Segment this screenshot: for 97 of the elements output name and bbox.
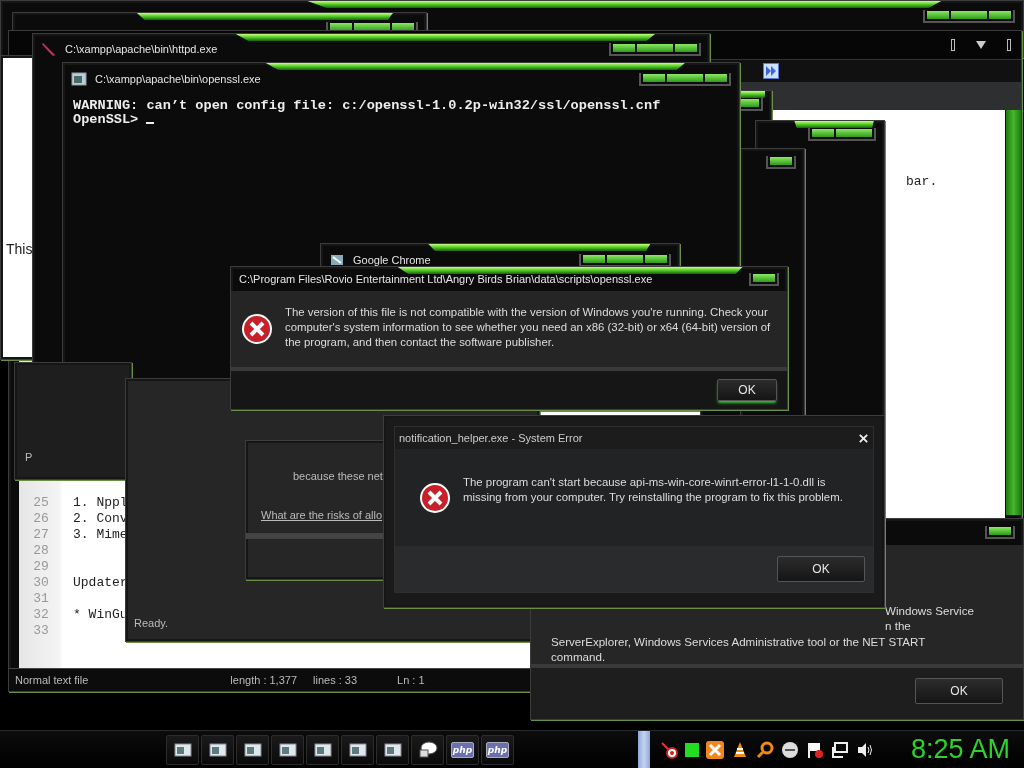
dialog-text: ServerExplorer, Windows Services Administrative tool or the NET START <box>551 633 927 649</box>
app-icon <box>329 252 345 268</box>
dialog-text: n the <box>884 618 912 634</box>
cone-icon[interactable] <box>731 740 749 759</box>
taskbar-button[interactable] <box>166 734 199 765</box>
status-text: Ready. <box>134 617 169 629</box>
window-control-button[interactable] <box>643 73 665 82</box>
dialog-text: because these net <box>293 470 383 482</box>
window-control-button[interactable] <box>645 254 667 263</box>
error-icon <box>241 313 273 345</box>
close-icon[interactable] <box>858 432 869 444</box>
line-number: 33 <box>32 623 50 639</box>
editor-line: bar. <box>905 174 939 190</box>
taskbar-button[interactable] <box>236 734 269 765</box>
help-link[interactable]: What are the risks of allo <box>261 509 383 521</box>
line-number: 28 <box>32 543 50 559</box>
error-message: The version of this file is not compatible with the version of Windows you're running. Check your computer's system information to see whether you need an x86 (32-bit) or x64 (64-bit) version of the program, and then contact the software publisher. <box>285 305 772 350</box>
window-control-button[interactable] <box>354 22 390 31</box>
flag-icon[interactable] <box>806 740 824 759</box>
line-number: 32 <box>32 607 50 623</box>
ok-button[interactable]: OK <box>777 556 865 582</box>
window-control-icon[interactable] <box>1007 39 1011 51</box>
clock: 8:25 AM <box>910 734 1010 765</box>
window-control-button[interactable] <box>330 22 352 31</box>
window-control-button[interactable] <box>989 10 1011 19</box>
taskbar-button[interactable] <box>341 734 374 765</box>
dialog-text: command. <box>551 648 607 665</box>
page-text: This <box>6 241 33 257</box>
taskbar-button[interactable]: php <box>481 734 514 765</box>
window-icon <box>313 742 332 757</box>
network-icon[interactable] <box>831 740 849 759</box>
window-control-button[interactable] <box>812 128 834 137</box>
taskbar-button[interactable] <box>201 734 234 765</box>
error-icon <box>419 481 451 514</box>
line-number: 30 <box>32 575 50 591</box>
window-control-button[interactable] <box>392 22 414 31</box>
taskbar-button[interactable] <box>271 734 304 765</box>
caret-icon[interactable] <box>975 39 987 51</box>
line-number: 27 <box>32 527 50 543</box>
window-control-button[interactable] <box>836 128 872 137</box>
window-control-button[interactable] <box>637 43 673 52</box>
cursor <box>146 122 155 124</box>
console-line: WARNING: can’t open config file: c:/openssl-1.0.2p-win32/ssl/openssl.cnf <box>73 99 662 113</box>
tray-handle[interactable] <box>638 730 650 768</box>
console-icon <box>71 71 87 87</box>
window-control-button[interactable] <box>753 273 775 282</box>
dialog-text: Windows Service <box>884 603 975 619</box>
window-control-button[interactable] <box>613 43 635 52</box>
error-message: The program can't start because api-ms-win-core-winrt-error-l1-1-0.dll is missing from your computer. Try reinstalling the program to fix this problem. <box>463 475 844 505</box>
window-control-button[interactable] <box>607 254 643 263</box>
php-icon: php <box>485 741 510 758</box>
line-number: 31 <box>32 591 50 607</box>
search-icon[interactable] <box>756 740 774 759</box>
window-control-button[interactable] <box>927 10 949 19</box>
window-title: notification_helper.exe - System Error <box>399 432 583 444</box>
window-icon <box>208 742 227 757</box>
console-line: OpenSSL> <box>73 113 729 127</box>
window-control-icon[interactable] <box>951 39 955 51</box>
pin-icon[interactable] <box>660 740 678 759</box>
window-title: C:\Program Files\Rovio Entertainment Ltd\Angry Birds Brian\data\scripts\openssl.exe <box>239 273 653 285</box>
chat-icon <box>417 740 438 759</box>
taskbar-button[interactable]: php <box>446 734 479 765</box>
status-text: length : 1,377 <box>230 674 298 686</box>
taskbar-button[interactable] <box>411 734 444 765</box>
window-control-button[interactable] <box>770 156 792 165</box>
php-icon: php <box>450 741 475 758</box>
window-icon <box>243 742 262 757</box>
editor-line: Updater <box>72 575 128 591</box>
editor-line: 1. Nppl <box>72 495 128 511</box>
taskbar-button[interactable] <box>306 734 339 765</box>
window-control-button[interactable] <box>989 526 1011 535</box>
square-icon[interactable] <box>685 742 699 757</box>
fast-forward-icon[interactable] <box>763 63 779 79</box>
window-title: C:\xampp\apache\bin\openssl.exe <box>95 73 261 85</box>
status-text: Normal text file <box>15 674 89 686</box>
scrollbar[interactable] <box>1006 110 1021 515</box>
taskbar-button[interactable] <box>376 734 409 765</box>
window-icon <box>383 742 402 757</box>
status-text: lines : 33 <box>313 674 358 686</box>
window-icon <box>278 742 297 757</box>
window-control-button[interactable] <box>583 254 605 263</box>
ok-button[interactable]: OK <box>915 678 1003 705</box>
line-number: 29 <box>32 559 50 575</box>
window-control-button[interactable] <box>951 10 987 19</box>
window-control-button[interactable] <box>705 73 727 82</box>
window-title: Google Chrome <box>353 254 431 266</box>
window-control-button[interactable] <box>675 43 697 52</box>
status-text: Ln : 1 <box>397 674 425 686</box>
ok-button[interactable]: OK <box>717 379 777 401</box>
window-icon <box>348 742 367 757</box>
window-control-button[interactable] <box>667 73 703 82</box>
line-number: 25 <box>32 495 50 511</box>
line-number: 26 <box>32 511 50 527</box>
window-icon <box>173 742 192 757</box>
window-label: P <box>25 451 33 463</box>
window-title: C:\xampp\apache\bin\httpd.exe <box>65 43 218 55</box>
round-icon[interactable] <box>781 740 799 759</box>
